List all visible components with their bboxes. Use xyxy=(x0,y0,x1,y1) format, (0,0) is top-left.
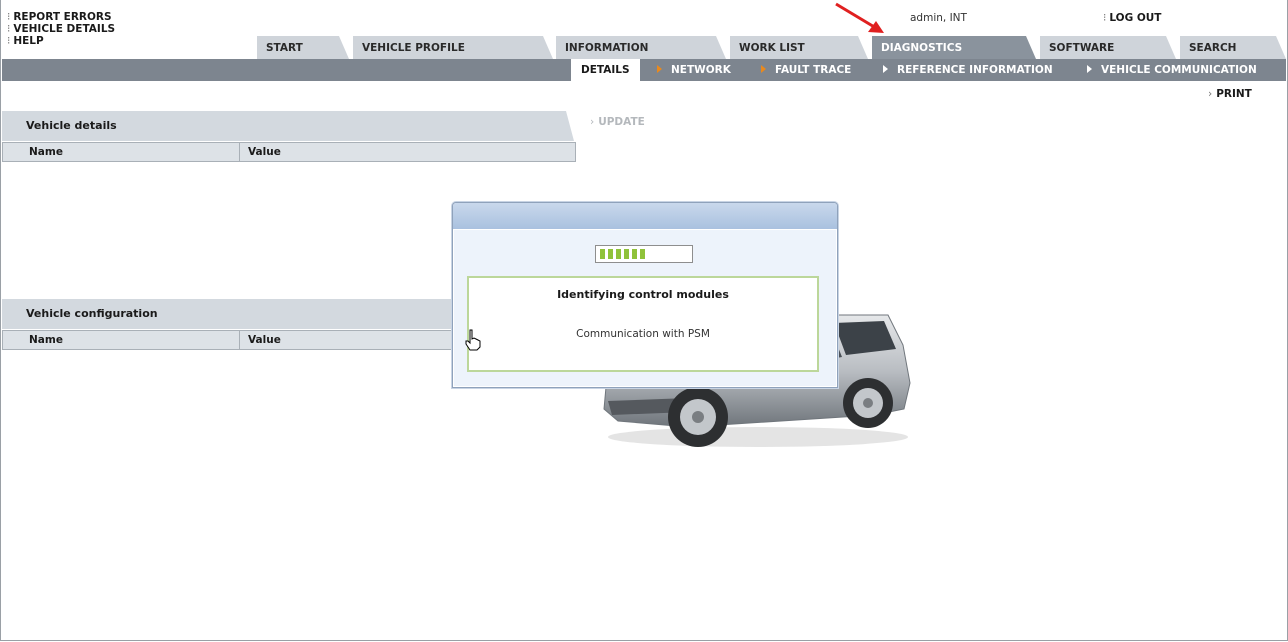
progress-segment xyxy=(632,249,637,259)
tab-diagnostics[interactable]: DIAGNOSTICS xyxy=(872,36,1036,59)
tab-start[interactable]: START xyxy=(257,36,349,59)
tab-vehicle-profile[interactable]: VEHICLE PROFILE xyxy=(353,36,553,59)
column-header-value[interactable]: Value xyxy=(239,143,281,161)
chevron-right-icon: › xyxy=(590,116,595,128)
progress-bar xyxy=(595,245,693,263)
arrow-right-icon xyxy=(761,65,766,73)
vehicle-details-header: Vehicle details xyxy=(2,111,574,141)
user-info: admin, INT xyxy=(910,12,967,24)
subnav-vehicle-communication[interactable]: VEHICLE COMMUNICATION xyxy=(1087,59,1257,81)
main-tabs: START VEHICLE PROFILE INFORMATION WORK L… xyxy=(0,36,1288,59)
arrow-right-icon xyxy=(657,65,662,73)
chevron-right-icon: › xyxy=(1208,88,1213,100)
progress-segment xyxy=(624,249,629,259)
progress-segment xyxy=(600,249,605,259)
progress-segment xyxy=(640,249,645,259)
subnav-reference-information[interactable]: REFERENCE INFORMATION xyxy=(883,59,1053,81)
update-button[interactable]: › UPDATE xyxy=(590,116,645,128)
print-button[interactable]: › PRINT xyxy=(1208,88,1252,100)
tab-search[interactable]: SEARCH xyxy=(1180,36,1286,59)
arrow-right-icon xyxy=(1087,65,1092,73)
dialog-title: Identifying control modules xyxy=(557,288,729,301)
hand-cursor-icon xyxy=(465,329,481,351)
report-errors-link[interactable]: ⁝ REPORT ERRORS xyxy=(7,11,115,23)
arrow-right-icon xyxy=(883,65,888,73)
column-header-name[interactable]: Name xyxy=(29,331,63,349)
dialog-status: Communication with PSM xyxy=(576,328,710,340)
progress-dialog: Identifying control modules Communicatio… xyxy=(452,202,838,388)
tab-software[interactable]: SOFTWARE xyxy=(1040,36,1176,59)
column-header-value[interactable]: Value xyxy=(239,331,281,349)
progress-segment xyxy=(616,249,621,259)
subnav-details[interactable]: DETAILS xyxy=(571,59,640,81)
column-header-name[interactable]: Name xyxy=(29,143,63,161)
progress-segment xyxy=(608,249,613,259)
tab-information[interactable]: INFORMATION xyxy=(556,36,726,59)
annotation-arrow-icon xyxy=(835,2,884,33)
logout-button[interactable]: ⁝ LOG OUT xyxy=(1103,12,1161,24)
tab-work-list[interactable]: WORK LIST xyxy=(730,36,868,59)
sub-navigation: DETAILS NETWORK FAULT TRACE REFERENCE IN… xyxy=(2,59,1286,81)
dialog-message-box: Identifying control modules Communicatio… xyxy=(467,276,819,372)
subnav-fault-trace[interactable]: FAULT TRACE xyxy=(761,59,851,81)
subnav-network[interactable]: NETWORK xyxy=(657,59,731,81)
vehicle-details-link[interactable]: ⁝ VEHICLE DETAILS xyxy=(7,23,115,35)
vehicle-details-columns: Name Value xyxy=(2,142,576,162)
dialog-body: Identifying control modules Communicatio… xyxy=(454,230,836,386)
dialog-titlebar[interactable] xyxy=(453,203,837,229)
